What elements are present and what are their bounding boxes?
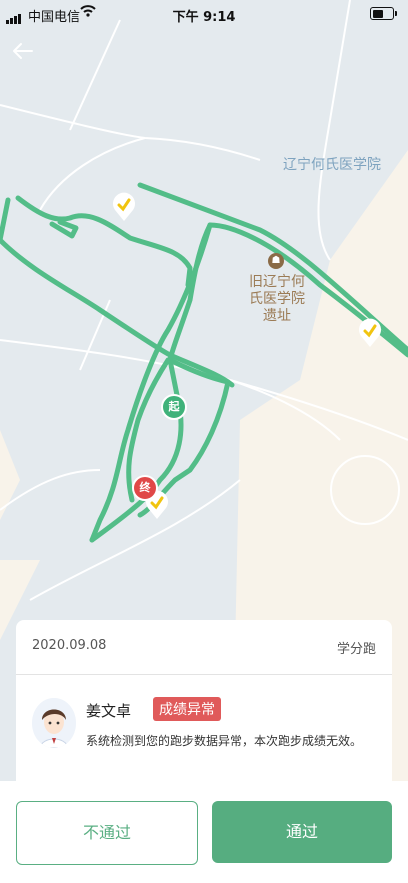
status-bar: 中国电信 下午 9:14: [0, 0, 408, 28]
map-place-label: 旧辽宁何氏医学院遗址: [249, 274, 305, 324]
route-end-marker[interactable]: 终: [132, 475, 158, 501]
user-name: 姜文卓: [86, 702, 132, 720]
card-header: 2020.09.08 学分跑: [16, 620, 392, 675]
route-start-marker[interactable]: 起: [161, 394, 187, 420]
status-badge: 成绩异常: [153, 697, 221, 721]
reject-button[interactable]: 不通过: [16, 801, 198, 865]
run-type: 学分跑: [336, 642, 376, 657]
avatar-illustration-icon: [32, 698, 76, 748]
anomaly-message: 系统检测到您的跑步数据异常，本次跑步成绩无效。: [86, 734, 363, 748]
back-arrow-icon[interactable]: [10, 40, 36, 62]
checkpoint-pin-icon[interactable]: [112, 192, 136, 222]
avatar: [32, 698, 76, 748]
action-bar: 不通过 通过: [0, 781, 408, 883]
landmark-icon: ☗: [268, 253, 284, 269]
status-time: 下午 9:14: [172, 10, 236, 25]
run-date: 2020.09.08: [32, 638, 107, 653]
map-place-label: 辽宁何氏医学院: [283, 157, 381, 173]
checkpoint-pin-icon[interactable]: [358, 318, 382, 348]
approve-button[interactable]: 通过: [212, 801, 392, 863]
battery-icon: [370, 7, 397, 20]
run-record-card: 2020.09.08 学分跑 姜文卓 成绩异常 系统检测到您的跑步数据异常，本次…: [16, 620, 392, 790]
